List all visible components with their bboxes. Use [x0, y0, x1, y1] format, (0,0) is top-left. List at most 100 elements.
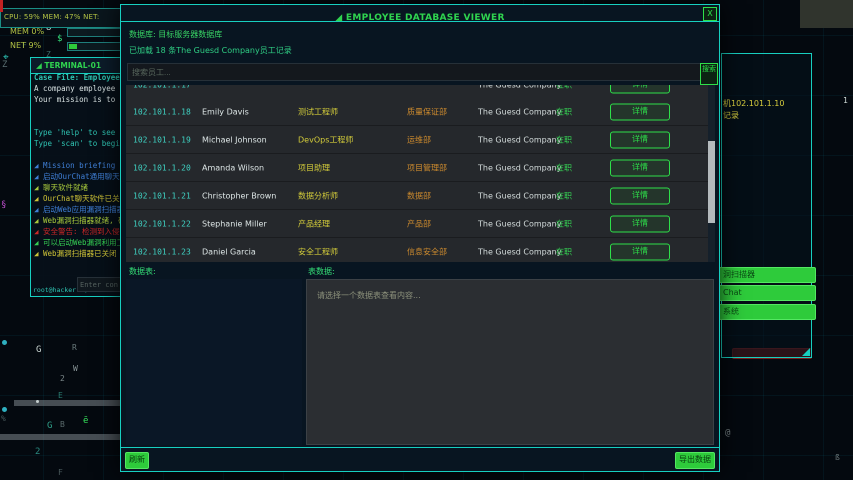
table-row: 102.101.1.17The Guesd Company在职详情: [126, 85, 708, 98]
employee-id: 102.101.1.20: [133, 163, 191, 172]
employee-database-window: ◢ EMPLOYEE DATABASE VIEWER X 数据库: 目标服务器数…: [120, 4, 720, 472]
decor-dot: [2, 407, 7, 412]
employee-department: 项目管理部: [407, 162, 447, 173]
detail-button[interactable]: 详情: [610, 85, 670, 93]
employee-company: The Guesd Company: [478, 247, 561, 256]
host-record-text: 记录: [723, 110, 739, 121]
employee-status: 在职: [556, 218, 572, 229]
employee-status: 在职: [556, 106, 572, 117]
employee-company: The Guesd Company: [478, 191, 561, 200]
net-usage-fill: [69, 44, 77, 49]
tool-button[interactable]: Chat: [718, 285, 816, 301]
tool-button[interactable]: 系统: [718, 304, 816, 320]
employee-id: 102.101.1.18: [133, 107, 191, 116]
close-icon[interactable]: X: [703, 7, 717, 21]
tool-button[interactable]: 洞扫描器: [718, 267, 816, 283]
detail-button[interactable]: 详情: [610, 215, 670, 232]
detail-button[interactable]: 详情: [610, 131, 670, 148]
employee-company: The Guesd Company: [478, 219, 561, 228]
scrollbar-thumb[interactable]: [708, 141, 715, 223]
system-stats-bar: CPU: 59% MEM: 47% NET: ONLINE: [0, 8, 123, 28]
search-input[interactable]: [127, 63, 702, 81]
terminal-line: Case File: Employee Data: [34, 74, 121, 83]
modal-titlebar[interactable]: ◢ EMPLOYEE DATABASE VIEWER X: [121, 5, 719, 22]
employee-name: Amanda Wilson: [202, 163, 264, 172]
employee-position: 测试工程师: [298, 106, 338, 117]
table-row: 102.101.1.20Amanda Wilson项目助理项目管理部The Gu…: [126, 154, 708, 182]
table-data-section-label: 表数据:: [308, 266, 335, 277]
matrix-glyph: ß: [835, 453, 840, 462]
table-row: 102.101.1.19Michael JohnsonDevOps工程师运维部T…: [126, 126, 708, 154]
matrix-glyph: $: [57, 34, 62, 44]
detail-button[interactable]: 详情: [610, 243, 670, 260]
matrix-glyph: W: [73, 364, 78, 373]
matrix-glyph: 1: [843, 96, 848, 105]
matrix-glyph: Z: [2, 60, 7, 70]
terminal-line: Type 'scan' to begin netwo: [34, 138, 121, 149]
employee-status: 在职: [556, 134, 572, 145]
employee-status: 在职: [556, 190, 572, 201]
database-info-text: 数据库: 目标服务器数据库: [129, 29, 222, 40]
system-stats-text: CPU: 59% MEM: 47% NET: ONLINE: [4, 13, 99, 28]
search-button[interactable]: 搜索: [700, 63, 718, 85]
terminal-line: ◢ 启动Web应用漏洞扫描器: [34, 204, 121, 215]
terminal-titlebar[interactable]: ◢ TERMINAL-01: [31, 58, 121, 74]
terminal-line: ◢ Mission briefing acknow: [34, 160, 121, 171]
table-row: 102.101.1.23Daniel Garcia安全工程师信息安全部The G…: [126, 238, 708, 262]
host-ip-text: 机102.101.1.10: [723, 98, 784, 109]
refresh-button[interactable]: 刷新: [125, 452, 149, 469]
employee-name: Emily Davis: [202, 107, 249, 116]
mem-usage-label: MEM 0%: [10, 27, 44, 36]
terminal-line: [34, 105, 121, 116]
terminal-line: ◢ Web漏洞扫描器就绪, 碰: [34, 215, 121, 226]
corner-red-marker: [0, 0, 3, 12]
terminal-line: ◢ 安全警告: 检测到入侵行为: [34, 226, 121, 237]
employee-status: 在职: [556, 246, 572, 257]
terminal-command-input[interactable]: [77, 277, 122, 292]
terminal-line: ◢ Web漏洞扫描器已关闭: [34, 248, 121, 259]
detail-button[interactable]: 详情: [610, 103, 670, 120]
background-window-fragment: [800, 0, 853, 28]
export-data-button[interactable]: 导出数据: [675, 452, 715, 469]
matrix-glyph: 2: [35, 447, 40, 457]
employee-position: DevOps工程师: [298, 134, 353, 145]
modal-title: ◢ EMPLOYEE DATABASE VIEWER: [335, 13, 504, 23]
employee-company: The Guesd Company: [478, 107, 561, 116]
tables-list[interactable]: [126, 279, 302, 445]
matrix-glyph: ē: [83, 416, 88, 426]
terminal-output: Case File: Employee DataA company employ…: [31, 74, 121, 272]
detail-button[interactable]: 详情: [610, 159, 670, 176]
matrix-glyph: @: [725, 428, 730, 438]
matrix-glyph: 2: [60, 374, 65, 383]
matrix-glyph: §: [1, 200, 6, 210]
employee-name: Daniel Garcia: [202, 247, 256, 256]
terminal-line: ◢ 聊天软件就绪: [34, 182, 121, 193]
matrix-glyph: %: [1, 414, 6, 423]
tables-section-label: 数据表:: [129, 266, 156, 277]
employee-name: Stephanie Miller: [202, 219, 267, 228]
terminal-line: [34, 116, 121, 127]
table-scrollbar[interactable]: [708, 85, 715, 262]
modal-footer: 刷新 导出数据: [121, 447, 719, 471]
background-bar: [0, 434, 120, 440]
net-usage-bar: [67, 42, 123, 51]
table-data-box: 请选择一个数据表查看内容...: [306, 279, 714, 445]
employee-status: 在职: [556, 85, 572, 90]
decor-dot: [2, 340, 7, 345]
table-row: 102.101.1.21Christopher Brown数据分析师数据部The…: [126, 182, 708, 210]
terminal-line: A company employee has: [34, 83, 121, 94]
detail-button[interactable]: 详情: [610, 187, 670, 204]
employee-department: 质量保证部: [407, 106, 447, 117]
terminal-line: Your mission is to investig: [34, 94, 121, 105]
net-usage-label: NET 9%: [10, 41, 41, 50]
terminal-prompt-row: root@hacker:~$: [33, 277, 122, 292]
employee-table: 102.101.1.17The Guesd Company在职详情102.101…: [126, 85, 708, 262]
panel-corner-accent: [802, 348, 810, 356]
matrix-glyph: B: [60, 420, 65, 429]
matrix-glyph: R: [72, 343, 77, 352]
background-bar: [14, 400, 120, 406]
employee-id: 102.101.1.17: [133, 85, 191, 89]
employee-company: The Guesd Company: [478, 163, 561, 172]
terminal-line: Type 'help' to see availab: [34, 127, 121, 138]
employee-position: 安全工程师: [298, 246, 338, 257]
